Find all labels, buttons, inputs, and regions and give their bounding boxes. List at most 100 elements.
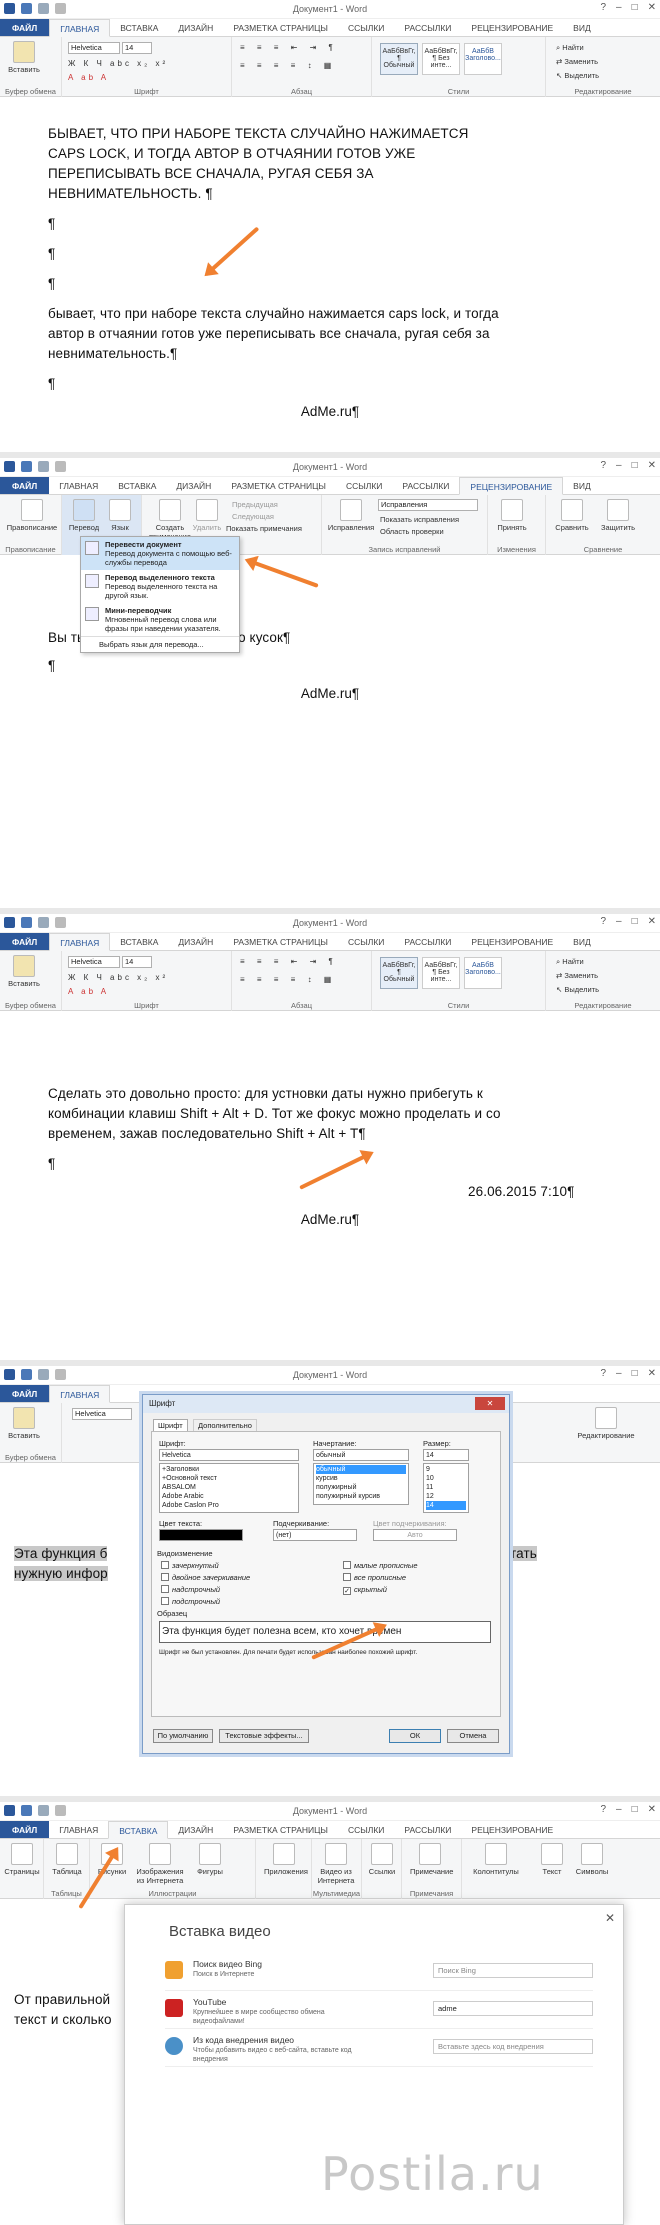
font-name-box[interactable]: Helvetica [68,42,120,54]
bing-search-input[interactable]: Поиск Bing [433,1963,593,1978]
tab-mailings[interactable]: РАССЫЛКИ [394,19,461,36]
all-caps-checkbox[interactable]: все прописные [343,1573,406,1582]
menu-item-choose-language[interactable]: Выбрать язык для перевода... [81,636,239,652]
tab-review[interactable]: РЕЦЕНЗИРОВАНИЕ [461,19,563,36]
tab-insert[interactable]: ВСТАВКА [108,1821,169,1839]
tab-references[interactable]: ССЫЛКИ [336,477,392,494]
font-input[interactable]: Helvetica [159,1449,299,1461]
next-comment-button[interactable]: Следующая [232,512,274,521]
help-icon[interactable]: ? [600,2,606,13]
show-markup-button[interactable]: Показать исправления [380,515,459,524]
replace-button[interactable]: ⇄ Заменить [556,971,598,980]
accept-button[interactable]: Принять [492,499,532,532]
tab-references[interactable]: ССЫЛКИ [338,1821,394,1838]
minimize-icon[interactable]: – [616,1368,622,1379]
font-name-box[interactable]: Helvetica [72,1408,132,1420]
help-icon[interactable]: ? [600,1368,606,1379]
menu-item-translate-selection[interactable]: Перевод выделенного текста Перевод выделе… [81,570,239,603]
close-icon[interactable]: ✕ [648,1804,656,1815]
text-effects-button[interactable]: Текстовые эффекты... [219,1729,309,1743]
tab-home[interactable]: ГЛАВНАЯ [49,477,108,494]
text-color-select[interactable] [159,1529,243,1541]
links-button[interactable]: Ссылки [362,1843,402,1876]
tab-mailings[interactable]: РАССЫЛКИ [394,933,461,950]
underline-color-select[interactable]: Авто [373,1529,457,1541]
spelling-button[interactable]: Правописание [4,499,60,532]
language-button[interactable]: Язык [100,499,140,532]
close-icon[interactable]: ✕ [648,2,656,13]
pages-button[interactable]: Страницы [2,1843,42,1876]
dialog-tab-advanced[interactable]: Дополнительно [193,1419,257,1431]
tab-file[interactable]: ФАЙЛ [0,477,50,494]
help-icon[interactable]: ? [600,460,606,471]
protect-button[interactable]: Защитить [598,499,638,532]
minimize-icon[interactable]: – [616,2,622,13]
tab-design[interactable]: ДИЗАЙН [168,933,223,950]
style-no-spacing[interactable]: АаБбВвГг, ¶ Без инте... [422,43,460,75]
font-size-box[interactable]: 14 [122,42,152,54]
online-video-button[interactable]: Видео из Интернета [316,1843,356,1885]
markup-select[interactable]: Исправления [378,499,478,511]
paste-button[interactable]: Вставить [4,955,44,988]
paste-button[interactable]: Вставить [4,41,44,74]
editing-button[interactable]: Редактирование [566,1407,646,1440]
tab-layout[interactable]: РАЗМЕТКА СТРАНИЦЫ [223,933,338,950]
find-button[interactable]: ⌕ Найти [556,957,584,967]
small-caps-checkbox[interactable]: малые прописные [343,1561,418,1570]
maximize-icon[interactable]: □ [632,1368,638,1379]
symbols-button[interactable]: Символы [572,1843,612,1876]
close-icon[interactable]: ✕ [648,1368,656,1379]
tab-view[interactable]: ВИД [563,933,601,950]
tab-home[interactable]: ГЛАВНАЯ [49,933,111,951]
tab-references[interactable]: ССЫЛКИ [338,933,394,950]
hidden-checkbox[interactable]: ✓ скрытый [343,1585,387,1595]
color-buttons[interactable]: A ab A [68,73,109,82]
tab-layout[interactable]: РАЗМЕТКА СТРАНИЦЫ [221,477,336,494]
close-icon[interactable]: ✕ [475,1397,505,1410]
default-button[interactable]: По умолчанию [153,1729,213,1743]
tab-review[interactable]: РЕЦЕНЗИРОВАНИЕ [459,477,564,495]
close-icon[interactable]: ✕ [648,916,656,927]
tab-file[interactable]: ФАЙЛ [0,19,50,36]
maximize-icon[interactable]: □ [632,1804,638,1815]
format-buttons[interactable]: Ж К Ч abc x₂ x² [68,973,168,982]
tab-home[interactable]: ГЛАВНАЯ [49,1385,111,1403]
size-input[interactable]: 14 [423,1449,469,1461]
select-button[interactable]: ↖ Выделить [556,71,599,80]
underline-select[interactable]: (нет) [273,1529,357,1541]
minimize-icon[interactable]: – [616,460,622,471]
menu-item-mini-translator[interactable]: Мини-переводчик Мгновенный перевод слова … [81,603,239,636]
track-changes-button[interactable]: Исправления [326,499,376,532]
tab-file[interactable]: ФАЙЛ [0,1385,50,1402]
document-page[interactable]: БЫВАЕТ, ЧТО ПРИ НАБОРЕ ТЕКСТА СЛУЧАЙНО Н… [0,100,660,452]
style-input[interactable]: обычный [313,1449,409,1461]
table-button[interactable]: Таблица [47,1843,87,1876]
find-button[interactable]: ⌕ Найти [556,43,584,53]
select-button[interactable]: ↖ Выделить [556,985,599,994]
embed-code-input[interactable]: Вставьте здесь код внедрения [433,2039,593,2054]
tab-view[interactable]: ВИД [563,19,601,36]
close-icon[interactable]: ✕ [605,1911,615,1925]
font-list[interactable]: +Заголовки +Основной текст ABSALOM Adobe Ar… [159,1463,299,1513]
style-heading[interactable]: АаБбВ Заголово... [464,43,502,75]
format-buttons[interactable]: Ж К Ч abc x₂ x² [68,59,168,68]
paste-button[interactable]: Вставить [4,1407,44,1440]
maximize-icon[interactable]: □ [632,2,638,13]
reviewing-pane-button[interactable]: Область проверки [380,527,444,536]
new-comment-button[interactable]: Создать примечание [146,499,194,541]
minimize-icon[interactable]: – [616,1804,622,1815]
tab-file[interactable]: ФАЙЛ [0,1821,50,1838]
tab-design[interactable]: ДИЗАЙН [166,477,221,494]
minimize-icon[interactable]: – [616,916,622,927]
color-buttons[interactable]: A ab A [68,987,109,996]
tab-references[interactable]: ССЫЛКИ [338,19,394,36]
tab-mailings[interactable]: РАССЫЛКИ [392,477,459,494]
tab-layout[interactable]: РАЗМЕТКА СТРАНИЦЫ [223,19,338,36]
close-icon[interactable]: ✕ [648,460,656,471]
font-name-box[interactable]: Helvetica [68,956,120,968]
comment-button[interactable]: Примечание [410,1843,453,1876]
tab-design[interactable]: ДИЗАЙН [168,19,223,36]
list-buttons[interactable]: ≡ ≡ ≡ ⇤ ⇥ ¶ [240,43,338,52]
style-heading[interactable]: АаБбВ Заголово... [464,957,502,989]
translate-button[interactable]: Перевод [64,499,104,532]
